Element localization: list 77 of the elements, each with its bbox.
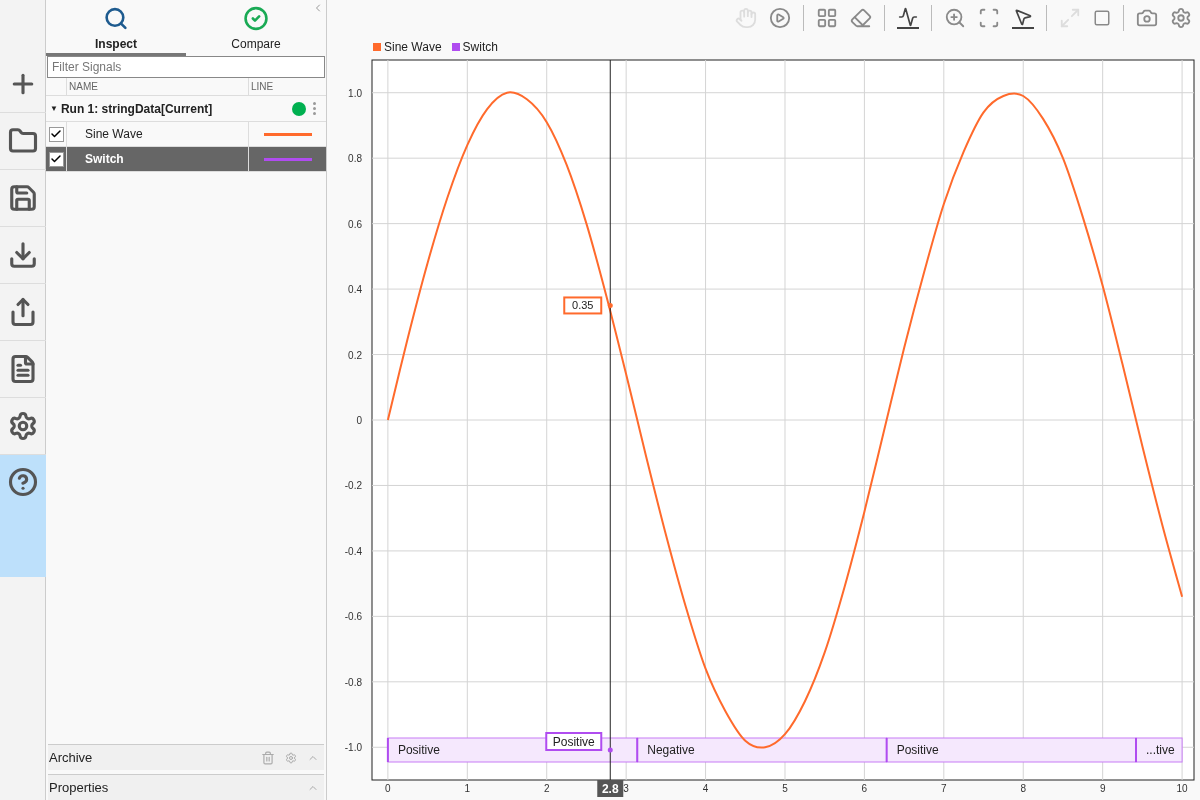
x-tick-label: 9 [1099,783,1106,794]
y-tick-label: -0.6 [344,611,362,623]
checkbox[interactable] [48,151,64,167]
state-label: Negative [647,743,695,757]
check-icon [50,153,62,165]
waveform-icon[interactable] [897,7,919,29]
fit-view-icon[interactable] [978,7,1000,29]
eraser-icon[interactable] [850,7,872,29]
annotation: Positive [552,735,596,749]
signal-row[interactable]: Sine Wave [46,122,326,147]
y-tick-label: -0.8 [344,676,362,688]
section-header[interactable]: Archive [48,744,324,770]
y-tick-label: 0.4 [348,284,362,296]
trash-icon[interactable] [261,750,275,765]
section-title: Properties [49,778,110,797]
camera-icon[interactable] [1136,7,1158,29]
search-icon [103,6,129,31]
state-label: Positive [896,743,939,757]
y-tick-label: -0.2 [344,480,362,492]
state-value-label: Positive [545,732,603,751]
tab[interactable]: Compare [186,0,326,56]
folder-icon [8,126,38,156]
data-point [607,747,613,753]
check-circle-icon [243,6,269,31]
state-label: ...tive [1146,743,1175,757]
help-icon [8,467,38,497]
x-tick-label: 2 [543,783,550,794]
x-tick-label: 5 [782,783,788,794]
value-label: 0.35 [563,296,603,315]
settings-icon[interactable] [1170,7,1192,29]
x-tick-label: 7 [941,783,947,794]
x-tick-label: 4 [702,783,709,794]
state-label: Positive [397,743,440,757]
signal-name: Sine Wave [66,122,248,146]
y-tick-label: 0.2 [348,349,362,361]
settings-icon [8,411,38,441]
cursor-value: 2.8 [597,780,624,797]
y-tick-label: 0.8 [348,153,362,165]
y-tick-label: 0 [356,415,362,426]
legend-label: Sine Wave [384,39,442,56]
x-tick-label: 1 [464,783,471,794]
data-point [607,302,613,308]
legend-label: Switch [462,39,498,56]
help-button[interactable] [0,455,46,577]
y-tick-label: 1.0 [348,87,362,99]
save-icon [8,183,38,213]
column-header: NAME [66,78,248,95]
filter-field[interactable]: Filter Signals [47,56,325,78]
grid-icon[interactable] [816,7,838,29]
x-tick-label: 10 [1176,783,1188,794]
document-icon [8,354,38,384]
settings-icon[interactable] [285,751,297,764]
download-icon [8,240,38,270]
cursor-line[interactable] [609,59,611,781]
share-icon [8,297,38,327]
column-header: LINE [248,78,326,95]
more-icon[interactable] [313,102,316,115]
y-tick-label: -1.0 [344,742,362,754]
y-tick-label: -0.4 [344,545,362,557]
section-header[interactable]: Properties [48,774,324,800]
x-tick-label: 6 [861,783,868,794]
x-tick-label: 3 [623,783,629,794]
cursor-icon[interactable] [1012,7,1034,29]
checkbox[interactable] [48,126,64,142]
run-label: Run 1: stringData[Current] [60,100,214,118]
section-title: Archive [49,748,94,767]
caret-icon[interactable]: ▼ [50,102,58,115]
replay-icon[interactable] [769,7,791,29]
check-icon [50,128,62,140]
x-tick-label: 0 [385,783,391,794]
zoom-in-icon[interactable] [944,7,966,29]
annotation: 0.35 [572,299,594,312]
x-tick-label: 8 [1020,783,1027,794]
signal-row[interactable]: Switch [46,147,326,172]
annotation: 2.8 [601,782,619,796]
signal-name: Switch [66,147,248,171]
y-tick-label: 0.6 [348,218,362,230]
